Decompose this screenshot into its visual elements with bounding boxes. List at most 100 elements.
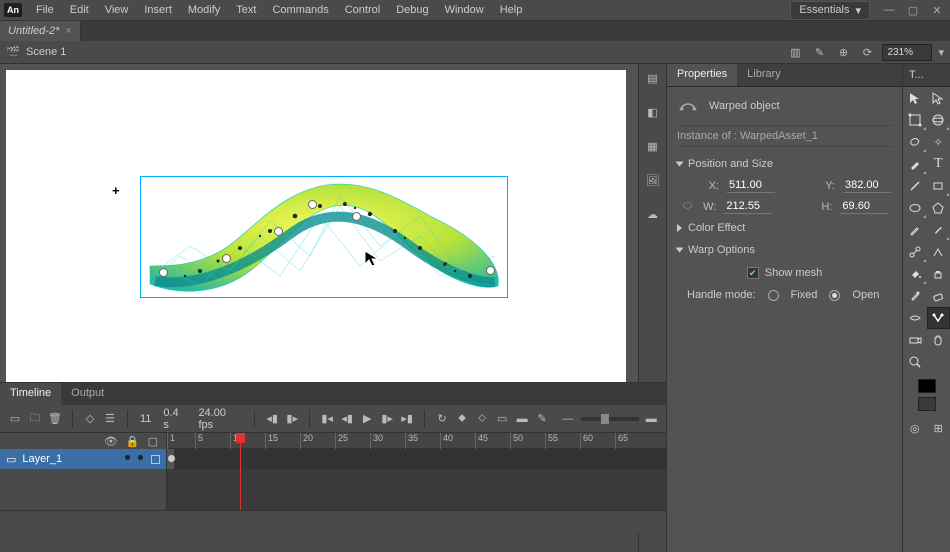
keyframe-button[interactable]: ◇ (81, 410, 99, 428)
swatches-panel-icon[interactable]: ▦ (643, 136, 663, 156)
insert-keyframe-button[interactable]: ⬥ (453, 410, 471, 428)
subselection-tool[interactable] (927, 87, 950, 109)
menu-commands[interactable]: Commands (264, 1, 336, 19)
magic-wand-tool[interactable]: ✧ (927, 131, 950, 153)
asset-warp-tool[interactable] (927, 307, 950, 329)
3d-rotate-tool[interactable] (927, 109, 950, 131)
timeline-zoom-slider[interactable] (581, 417, 639, 421)
menu-window[interactable]: Window (437, 1, 492, 19)
rotate-stage-icon[interactable]: ⟳ (858, 43, 876, 61)
tools-tab[interactable]: T... (903, 64, 950, 87)
remove-frame-button[interactable]: ▬ (513, 410, 531, 428)
bind-tool[interactable] (927, 241, 950, 263)
edit-scene-icon[interactable]: ✎ (810, 43, 828, 61)
eraser-tool[interactable] (927, 285, 950, 307)
menu-file[interactable]: File (28, 1, 62, 19)
menu-debug[interactable]: Debug (388, 1, 436, 19)
paint-brush-tool[interactable] (927, 219, 950, 241)
stroke-swatch[interactable] (918, 379, 936, 393)
maximize-button[interactable]: ▢ (902, 2, 924, 18)
outline-swatch[interactable] (151, 455, 160, 464)
text-tool[interactable]: T (927, 153, 950, 175)
polystar-tool[interactable] (927, 197, 950, 219)
fill-swatch[interactable] (918, 397, 936, 411)
free-transform-tool[interactable] (903, 109, 927, 131)
section-color-effect[interactable]: Color Effect (677, 217, 892, 239)
insert-blank-keyframe-button[interactable]: ⬦ (473, 410, 491, 428)
document-tab[interactable]: Untitled-2* × (0, 21, 81, 41)
align-panel-icon[interactable]: ▤ (643, 68, 663, 88)
menu-modify[interactable]: Modify (180, 1, 228, 19)
lock-header-icon[interactable]: 🔒 (126, 435, 140, 448)
section-position-size[interactable]: Position and Size (677, 153, 892, 175)
tool-option-2[interactable]: ⊞ (927, 417, 950, 439)
stage[interactable]: + (6, 70, 626, 396)
layer-track[interactable] (167, 449, 666, 469)
zoom-input[interactable] (882, 44, 932, 61)
zoom-tool[interactable] (903, 351, 927, 373)
menu-text[interactable]: Text (228, 1, 264, 19)
warp-handle[interactable] (222, 254, 231, 263)
y-value[interactable]: 382.00 (843, 178, 891, 193)
libraries-panel-icon[interactable]: ☁ (643, 204, 663, 224)
warp-handle[interactable] (159, 268, 168, 277)
tab-properties[interactable]: Properties (667, 64, 737, 86)
new-layer-button[interactable]: ▭ (6, 410, 24, 428)
warp-handle[interactable] (486, 266, 495, 275)
ink-bottle-tool[interactable] (927, 263, 950, 285)
visibility-header-icon[interactable]: 👁 (104, 435, 118, 448)
link-wh-icon[interactable]: ⬭ (683, 200, 692, 213)
keyframe-icon[interactable] (168, 455, 175, 462)
warp-handle[interactable] (352, 212, 361, 221)
brush-tool[interactable] (903, 153, 927, 175)
visibility-dot[interactable] (125, 455, 130, 460)
rectangle-tool[interactable] (927, 175, 950, 197)
tab-library[interactable]: Library (737, 64, 791, 86)
menu-insert[interactable]: Insert (136, 1, 180, 19)
lock-dot[interactable] (138, 455, 143, 460)
menu-view[interactable]: View (97, 1, 137, 19)
minimize-button[interactable]: — (878, 2, 900, 18)
camera-tool[interactable] (903, 329, 927, 351)
tool-option-1[interactable]: ◎ (903, 417, 927, 439)
show-mesh-checkbox[interactable]: ✔ Show mesh (677, 261, 892, 285)
frames-area[interactable]: 1 5 10 15 20 25 30 35 40 45 50 55 60 65 … (167, 433, 666, 510)
close-icon[interactable]: × (65, 25, 71, 37)
hand-tool[interactable] (927, 329, 950, 351)
color-panel-icon[interactable]: ◧ (643, 102, 663, 122)
scene-name[interactable]: Scene 1 (26, 46, 66, 58)
layer-name[interactable]: Layer_1 (22, 453, 62, 465)
close-button[interactable]: ✕ (926, 2, 948, 18)
loop-button[interactable]: ↻ (433, 410, 451, 428)
w-value[interactable]: 212.55 (724, 199, 772, 214)
tab-output[interactable]: Output (61, 383, 114, 405)
outline-header-icon[interactable]: ▢ (148, 435, 158, 448)
line-tool[interactable] (903, 175, 927, 197)
eyedropper-tool[interactable] (903, 285, 927, 307)
auto-keyframe-button[interactable]: ✎ (533, 410, 551, 428)
section-warp-options[interactable]: Warp Options (677, 239, 892, 261)
pencil-tool[interactable] (903, 219, 927, 241)
selection-tool[interactable] (903, 87, 927, 109)
step-forward-button[interactable]: ▮▸ (378, 410, 396, 428)
insert-frame-button[interactable]: ▭ (493, 410, 511, 428)
playhead[interactable] (240, 433, 241, 510)
chevron-down-icon[interactable]: ▾ (938, 46, 944, 59)
play-button[interactable]: ▶ (358, 410, 376, 428)
fps-display[interactable]: 24.00 fps (194, 407, 246, 431)
next-keyframe-button[interactable]: ▮▸ (283, 410, 301, 428)
layer-row[interactable]: ▭ Layer_1 (0, 449, 166, 469)
lasso-tool[interactable] (903, 131, 927, 153)
paint-bucket-tool[interactable] (903, 263, 927, 285)
assets-panel-icon[interactable]: 🖼 (643, 170, 663, 190)
first-frame-button[interactable]: ▮◂ (318, 410, 336, 428)
menu-edit[interactable]: Edit (62, 1, 97, 19)
workspace-selector[interactable]: Essentials ▾ (790, 1, 870, 20)
clip-content-icon[interactable]: ▥ (786, 43, 804, 61)
warp-handle[interactable] (274, 227, 283, 236)
tab-timeline[interactable]: Timeline (0, 383, 61, 405)
h-value[interactable]: 69.60 (840, 199, 888, 214)
last-frame-button[interactable]: ▸▮ (398, 410, 416, 428)
radio-fixed[interactable] (768, 290, 779, 301)
new-folder-button[interactable]: 🗀 (26, 410, 44, 428)
